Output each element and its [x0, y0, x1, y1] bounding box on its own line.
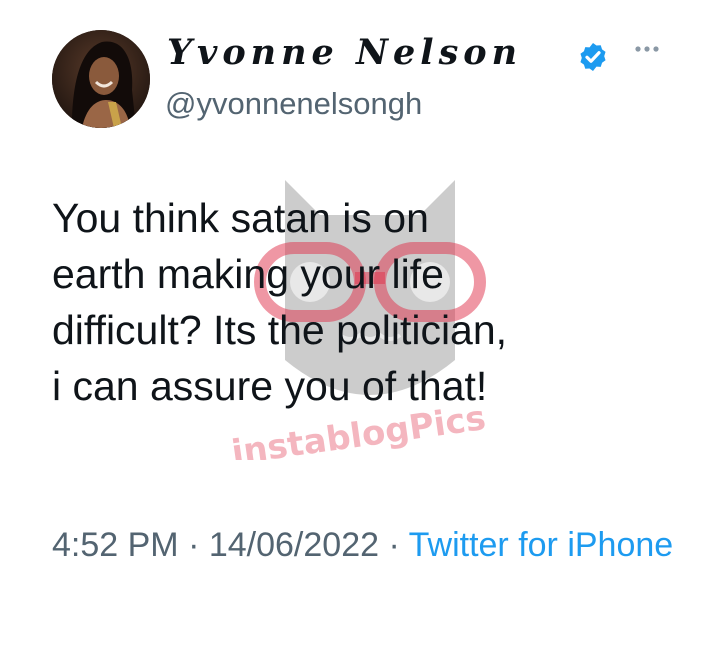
- meta-separator: ·: [178, 526, 209, 564]
- verified-badge-icon: [580, 43, 606, 71]
- display-name[interactable]: Yvonne Nelson: [167, 32, 522, 73]
- tweet-time[interactable]: 4:52 PM: [52, 526, 179, 564]
- tweet-date[interactable]: 14/06/2022: [209, 526, 379, 564]
- avatar[interactable]: [52, 30, 150, 128]
- tweet-source-link[interactable]: Twitter for iPhone: [409, 526, 674, 564]
- tweet-text: You think satan is on earth making your …: [52, 195, 508, 409]
- more-options-icon[interactable]: [632, 42, 662, 56]
- tweet-card: Yvonne Nelson @yvonnenelsongh instablogP…: [0, 0, 720, 653]
- user-handle[interactable]: @yvonnenelsongh: [165, 86, 422, 122]
- meta-separator: ·: [379, 526, 409, 564]
- tweet-meta: 4:52 PM · 14/06/2022 · Twitter for iPhon…: [52, 518, 692, 572]
- avatar-photo: [52, 30, 150, 128]
